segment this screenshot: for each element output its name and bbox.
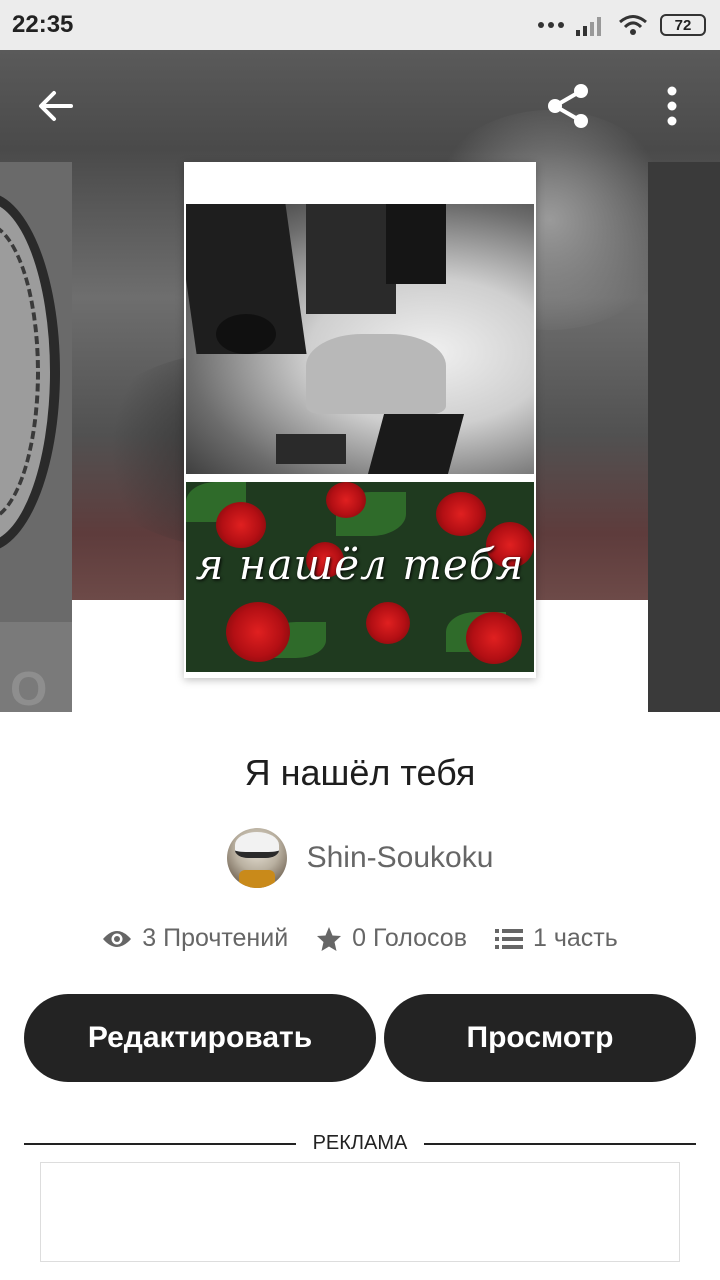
reads-stat: 3 Прочтений	[102, 924, 288, 953]
star-icon	[317, 926, 342, 951]
signal-icon	[576, 17, 601, 36]
edit-button[interactable]: Редактировать	[24, 994, 376, 1082]
author-row[interactable]: Shin-Soukoku	[0, 828, 720, 888]
parts-stat: 1 часть	[494, 924, 618, 953]
votes-stat: 0 Голосов	[316, 924, 467, 953]
story-cover[interactable]: я нашёл тебя	[184, 162, 536, 678]
ad-container[interactable]	[40, 1162, 680, 1262]
reads-count: 3 Прочтений	[142, 924, 289, 952]
battery-indicator: 72	[660, 14, 706, 36]
previous-story-cover[interactable]: O	[0, 162, 72, 712]
wifi-icon	[619, 15, 647, 35]
status-bar: 22:35 72	[0, 0, 720, 50]
story-title: Я нашёл тебя	[244, 752, 476, 793]
top-app-bar	[0, 50, 720, 162]
list-icon	[494, 928, 523, 949]
status-time: 22:35	[12, 11, 74, 38]
story-stats: 3 Прочтений 0 Голосов 1 часть	[0, 924, 720, 953]
author-name[interactable]: Shin-Soukoku	[307, 841, 494, 875]
arrow-left-icon	[39, 91, 73, 121]
avatar[interactable]	[226, 828, 287, 888]
next-story-cover[interactable]	[648, 162, 720, 712]
more-vert-icon	[667, 86, 677, 126]
more-notifications-icon	[538, 22, 564, 28]
back-button[interactable]	[28, 78, 84, 134]
parts-count: 1 часть	[532, 924, 618, 952]
share-button[interactable]	[540, 78, 596, 134]
eye-icon	[103, 930, 132, 947]
previous-cover-letter: O	[10, 663, 48, 712]
cover-title-text: я нашёл тебя	[195, 540, 525, 589]
ad-divider-right	[424, 1143, 696, 1145]
cover-illustration	[186, 204, 534, 474]
share-icon	[548, 84, 588, 128]
status-icons: 72	[538, 14, 706, 36]
votes-count: 0 Голосов	[352, 924, 467, 952]
more-options-button[interactable]	[644, 78, 700, 134]
view-button[interactable]: Просмотр	[384, 994, 696, 1082]
cover-roses: я нашёл тебя	[186, 482, 534, 672]
